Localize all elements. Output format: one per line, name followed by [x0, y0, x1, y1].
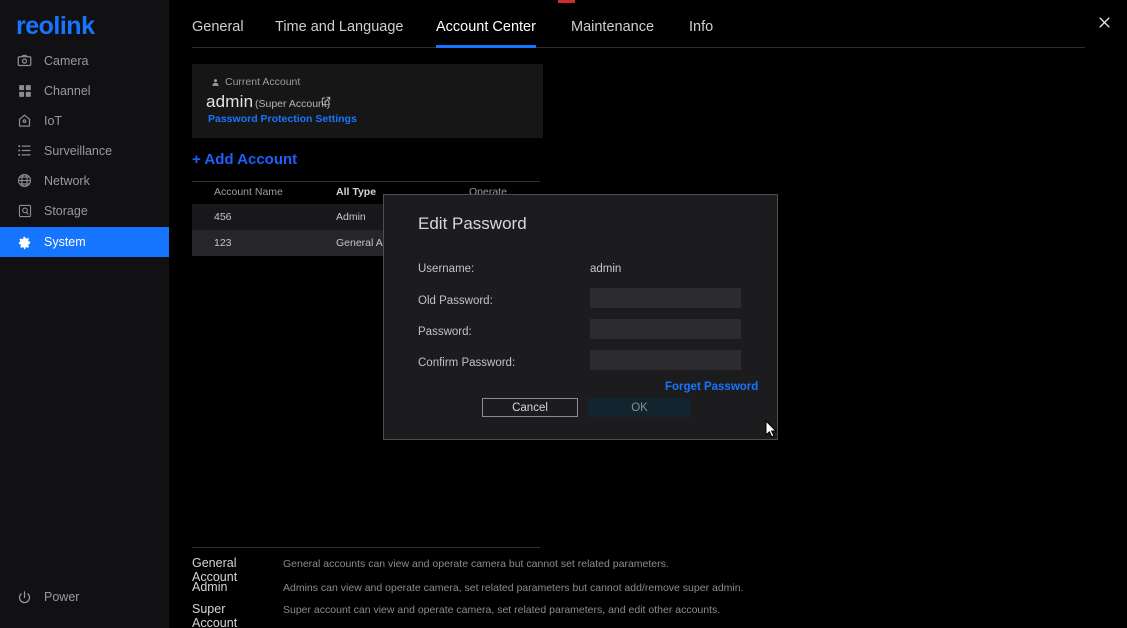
sidebar-item-channel[interactable]: Channel — [0, 76, 169, 105]
sidebar-item-system[interactable]: System — [0, 227, 169, 257]
legend-description: Super account can view and operate camer… — [283, 604, 721, 616]
current-account-label-text: Current Account — [225, 76, 301, 88]
sidebar-item-label: System — [44, 235, 86, 249]
sidebar-item-label: Storage — [44, 203, 88, 218]
iot-icon — [16, 112, 33, 129]
confirm-password-label: Confirm Password: — [418, 357, 516, 369]
cell-account-name: 456 — [214, 211, 232, 223]
legend-description: Admins can view and operate camera, set … — [283, 582, 744, 594]
cancel-button[interactable]: Cancel — [482, 398, 578, 417]
sidebar-item-power[interactable]: Power — [0, 584, 169, 610]
reolink-logo: reolink — [16, 12, 95, 41]
tab-label: Info — [689, 19, 714, 35]
legend-description: General accounts can view and operate ca… — [283, 558, 669, 570]
tab-time-and-language[interactable]: Time and Language — [275, 14, 403, 47]
tab-bar: General Time and Language Account Center… — [192, 14, 1085, 48]
sidebar-item-storage[interactable]: Storage — [0, 196, 169, 225]
legend-title: Admin — [192, 580, 228, 594]
ok-button[interactable]: OK — [588, 398, 691, 417]
cell-account-type: Admin — [336, 211, 366, 223]
tab-label: Maintenance — [571, 19, 655, 35]
current-account-name: admin — [206, 92, 254, 111]
app-window: reolink Camera Channel IoT Surveillance … — [0, 0, 1127, 628]
dialog-title: Edit Password — [418, 214, 527, 233]
sidebar-item-iot[interactable]: IoT — [0, 106, 169, 135]
legend-divider — [192, 547, 540, 548]
storage-icon — [16, 202, 33, 219]
red-marker — [558, 0, 575, 3]
username-label: Username: — [418, 263, 475, 275]
tab-info[interactable]: Info — [689, 14, 713, 47]
gear-icon — [16, 234, 33, 251]
logo-text: reolink — [16, 12, 95, 40]
tab-label: Time and Language — [275, 19, 404, 35]
sidebar-nav: Camera Channel IoT Surveillance Network … — [0, 46, 169, 257]
camera-icon — [16, 52, 33, 69]
sidebar-item-label: Surveillance — [44, 143, 113, 158]
sidebar-item-label: Network — [44, 173, 90, 188]
password-label: Password: — [418, 326, 472, 338]
tab-label: General — [192, 19, 244, 35]
password-protection-settings-link[interactable]: Password Protection Settings — [208, 113, 357, 125]
active-tab-underline — [436, 45, 536, 48]
old-password-label: Old Password: — [418, 295, 493, 307]
tab-label: Account Center — [436, 19, 536, 35]
power-label: Power — [44, 590, 80, 604]
sidebar: reolink Camera Channel IoT Surveillance … — [0, 0, 169, 628]
forget-password-link[interactable]: Forget Password — [665, 381, 758, 393]
sidebar-item-label: Camera — [44, 53, 89, 68]
close-icon[interactable] — [1092, 10, 1116, 34]
channel-icon — [16, 82, 33, 99]
sidebar-item-surveillance[interactable]: Surveillance — [0, 136, 169, 165]
tab-maintenance[interactable]: Maintenance — [571, 14, 654, 47]
confirm-password-input[interactable] — [590, 350, 741, 370]
add-account-button[interactable]: + Add Account — [192, 151, 297, 168]
column-header-all-type[interactable]: All Type — [336, 186, 376, 198]
tab-account-center[interactable]: Account Center — [436, 14, 536, 48]
legend-title: Super Account — [192, 602, 238, 628]
sidebar-item-network[interactable]: Network — [0, 166, 169, 195]
edit-password-dialog: Edit Password Username: admin Old Passwo… — [383, 194, 778, 440]
user-icon — [211, 78, 220, 87]
surveillance-icon — [16, 142, 33, 159]
power-icon — [16, 589, 33, 606]
sidebar-item-camera[interactable]: Camera — [0, 46, 169, 75]
network-icon — [16, 172, 33, 189]
sidebar-item-label: IoT — [44, 113, 63, 128]
cell-account-name: 123 — [214, 237, 232, 249]
column-header-account-name: Account Name — [214, 186, 283, 198]
username-value: admin — [590, 263, 622, 275]
current-account-label: Current Account — [211, 76, 300, 88]
current-account-role: (Super Account) — [255, 98, 331, 110]
edit-external-link-icon[interactable] — [321, 96, 331, 106]
sidebar-item-label: Channel — [44, 83, 91, 98]
tab-general[interactable]: General — [192, 14, 244, 47]
password-input[interactable] — [590, 319, 741, 339]
old-password-input[interactable] — [590, 288, 741, 308]
